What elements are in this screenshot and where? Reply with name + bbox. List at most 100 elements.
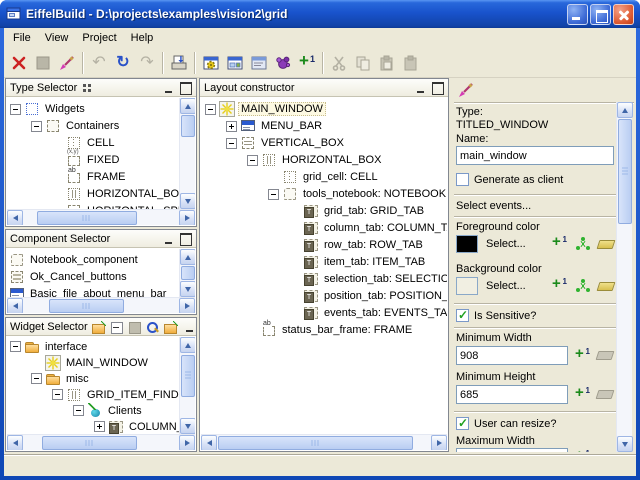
redo-button[interactable]: ↷ xyxy=(135,51,159,75)
collapse-expander-icon[interactable] xyxy=(10,104,21,115)
expand-all-icon[interactable] xyxy=(109,320,124,334)
panel-minimize-button[interactable] xyxy=(163,82,176,94)
vertical-scrollbar[interactable] xyxy=(179,249,195,297)
window-preview-button[interactable] xyxy=(223,51,247,75)
new-folder-icon[interactable] xyxy=(91,320,106,334)
widget-selector-header[interactable]: Widget Selector xyxy=(6,318,196,336)
add-one-icon[interactable] xyxy=(575,451,590,453)
scroll-down-button[interactable] xyxy=(180,193,195,209)
is-sensitive-checkbox[interactable] xyxy=(456,309,469,322)
scrollbar-thumb[interactable] xyxy=(181,115,195,137)
scroll-left-button[interactable] xyxy=(7,435,23,450)
refresh-button[interactable]: ↻ xyxy=(111,51,135,75)
component-selector-header[interactable]: Component Selector xyxy=(6,230,196,248)
collapse-expander-icon[interactable] xyxy=(226,138,237,149)
wizard-button[interactable] xyxy=(271,51,295,75)
generate-settings-button[interactable] xyxy=(199,51,223,75)
tree-item-widgets[interactable]: Widgets xyxy=(9,100,195,117)
eraser-disabled-icon[interactable] xyxy=(596,351,615,360)
horizontal-scrollbar[interactable] xyxy=(7,297,195,313)
tree-item-column-tab[interactable]: COLUMN_TAB xyxy=(9,418,195,434)
vertical-scrollbar[interactable] xyxy=(179,337,195,434)
scrollbar-thumb[interactable] xyxy=(42,436,137,450)
cut-button[interactable] xyxy=(327,51,351,75)
tree-item-position-tab[interactable]: position_tab: POSITION_TAB xyxy=(204,287,447,304)
foreground-select-link[interactable]: Select... xyxy=(486,238,544,250)
tree-item-clients[interactable]: Clients xyxy=(9,402,195,418)
scroll-right-button[interactable] xyxy=(179,210,195,225)
panel-minimize-button[interactable] xyxy=(415,82,428,94)
scroll-left-button[interactable] xyxy=(201,435,217,450)
expand-expander-icon[interactable] xyxy=(94,421,105,432)
add-one-button[interactable] xyxy=(295,51,319,75)
scroll-left-button[interactable] xyxy=(7,298,23,313)
tree-item-cell[interactable]: CELL xyxy=(9,134,195,151)
user-can-resize-checkbox[interactable] xyxy=(456,417,469,430)
export-save-button[interactable] xyxy=(167,51,191,75)
panel-maximize-button[interactable] xyxy=(179,82,192,94)
paintbrush-button[interactable] xyxy=(55,51,79,75)
tree-item-vertical-box[interactable]: VERTICAL_BOX xyxy=(204,134,447,151)
window-code-button[interactable] xyxy=(247,51,271,75)
scroll-up-button[interactable] xyxy=(617,102,633,118)
tree-item-horizontal-box[interactable]: HORIZONTAL_BOX xyxy=(9,185,195,202)
panel-maximize-button[interactable] xyxy=(179,233,192,245)
panel-maximize-button[interactable] xyxy=(431,82,444,94)
maximum-width-input[interactable] xyxy=(456,448,568,452)
delete-button[interactable] xyxy=(7,51,31,75)
tree-item-fixed[interactable]: FIXED xyxy=(9,151,195,168)
collapse-expander-icon[interactable] xyxy=(73,405,84,416)
tree-item-interface[interactable]: interface xyxy=(9,338,195,354)
undo-button[interactable]: ↶ xyxy=(87,51,111,75)
horizontal-scrollbar[interactable] xyxy=(7,434,195,450)
menu-project[interactable]: Project xyxy=(75,30,123,47)
collapse-expander-icon[interactable] xyxy=(205,104,216,115)
tree-item-frame[interactable]: FRAME xyxy=(9,168,195,185)
scrollbar-thumb[interactable] xyxy=(618,119,632,224)
collapse-expander-icon[interactable] xyxy=(52,389,63,400)
list-item-notebook-component[interactable]: Notebook_component xyxy=(9,251,195,268)
menu-help[interactable]: Help xyxy=(124,30,161,47)
scroll-up-button[interactable] xyxy=(180,249,195,265)
tree-item-main-window[interactable]: MAIN_WINDOW xyxy=(204,100,447,117)
minimum-width-input[interactable] xyxy=(456,346,568,365)
search-widget-icon[interactable] xyxy=(145,320,160,334)
merge-nodes-icon[interactable] xyxy=(575,237,590,251)
new-disabled-icon[interactable] xyxy=(31,51,55,75)
tree-item-item-tab[interactable]: item_tab: ITEM_TAB xyxy=(204,253,447,270)
minimum-height-input[interactable] xyxy=(456,385,568,404)
panel-minimize-button[interactable] xyxy=(163,233,176,245)
scrollbar-thumb[interactable] xyxy=(181,266,195,280)
tree-item-column-tab[interactable]: column_tab: COLUMN_TAB xyxy=(204,219,447,236)
scroll-up-button[interactable] xyxy=(180,337,195,353)
scroll-left-button[interactable] xyxy=(7,210,23,225)
gray-box-icon[interactable] xyxy=(127,320,142,334)
collapse-expander-icon[interactable] xyxy=(31,121,42,132)
menu-view[interactable]: View xyxy=(38,30,76,47)
horizontal-scrollbar[interactable] xyxy=(7,209,195,225)
tree-item-status-bar-frame[interactable]: status_bar_frame: FRAME xyxy=(204,321,447,338)
tree-item-misc[interactable]: misc xyxy=(9,370,195,386)
tree-item-main-window[interactable]: MAIN_WINDOW xyxy=(9,354,195,370)
add-one-icon[interactable] xyxy=(575,349,590,363)
close-button[interactable] xyxy=(613,4,634,25)
merge-nodes-icon[interactable] xyxy=(575,279,590,293)
move-widget-icon[interactable] xyxy=(163,320,178,334)
scrollbar-thumb[interactable] xyxy=(218,436,413,450)
scroll-right-button[interactable] xyxy=(179,298,195,313)
tree-item-containers[interactable]: Containers xyxy=(9,117,195,134)
title-bar[interactable]: EiffelBuild - D:\projects\examples\visio… xyxy=(0,0,640,28)
list-item-ok-cancel-buttons[interactable]: Ok_Cancel_buttons xyxy=(9,268,195,285)
small-grid-icon[interactable] xyxy=(80,81,95,95)
tree-item-selection-tab[interactable]: selection_tab: SELECTION_TAB xyxy=(204,270,447,287)
background-select-link[interactable]: Select... xyxy=(486,280,544,292)
tree-item-menu-bar[interactable]: MENU_BAR xyxy=(204,117,447,134)
background-color-swatch[interactable] xyxy=(456,277,478,295)
tree-item-events-tab[interactable]: events_tab: EVENTS_TAB xyxy=(204,304,447,321)
scroll-right-button[interactable] xyxy=(431,435,447,450)
add-one-icon[interactable] xyxy=(575,388,590,402)
collapse-expander-icon[interactable] xyxy=(31,373,42,384)
copy-button[interactable] xyxy=(351,51,375,75)
scroll-down-button[interactable] xyxy=(617,436,633,452)
minimize-button[interactable] xyxy=(567,4,588,25)
